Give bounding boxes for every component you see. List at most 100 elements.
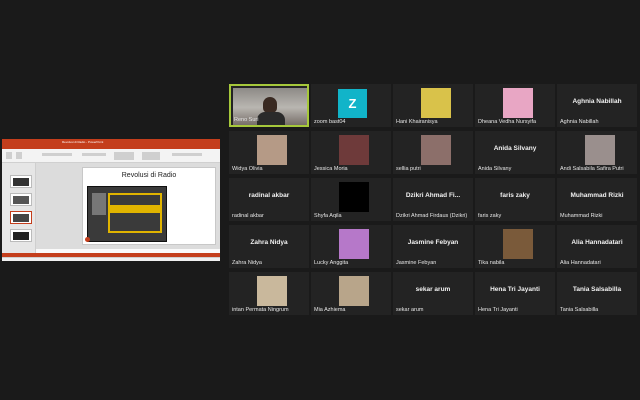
participant-tile[interactable]: Zahra Nidya Zahra Nidya [229, 225, 309, 268]
slide-thumb [10, 229, 32, 242]
participant-display-name: Aghnia Nabillah [572, 98, 622, 105]
participant-display-name: Zahra Nidya [250, 239, 288, 246]
participant-name-label: sekar arum [396, 307, 424, 313]
profile-picture [339, 135, 369, 165]
profile-picture [503, 229, 533, 259]
participant-display-name: Dzikri Ahmad Fi... [405, 192, 461, 199]
participant-tile[interactable]: Widya Olivia [229, 131, 309, 174]
participant-name-label: Dheana Vedha Nursyifa [478, 119, 537, 125]
participant-tile[interactable]: Dheana Vedha Nursyifa [475, 84, 555, 127]
participant-tile[interactable]: faris zaky faris zaky [475, 178, 555, 221]
participant-name-label: Hena Tri Jayanti [478, 307, 518, 313]
participant-display-name: Anida Silvany [493, 145, 537, 152]
slide-thumb-selected [10, 211, 32, 224]
shared-screen[interactable]: Revolusi di Radio - PowerPoint Revolusi … [2, 139, 220, 261]
participant-tile[interactable]: Anida Silvany Anida Silvany [475, 131, 555, 174]
slide-title: Revolusi di Radio [121, 172, 177, 179]
participant-name-label: Lucky Anggita [314, 260, 349, 266]
participant-tile[interactable]: Jasmine Febyan Jasmine Febyan [393, 225, 473, 268]
participant-name-label: Muhammad Rizki [560, 213, 603, 219]
paste-icon [6, 152, 12, 159]
participant-display-name: Muhammad Rizki [570, 192, 624, 199]
slide-thumb [10, 193, 32, 206]
participant-name-label: zoom bast04 [314, 119, 346, 125]
slide-logo [85, 237, 90, 242]
participant-display-name: faris zaky [500, 192, 530, 199]
profile-picture [421, 135, 451, 165]
participant-name-label: Tania Salsabilla [560, 307, 599, 313]
participant-display-name: sekar arum [415, 286, 451, 293]
participant-tile[interactable]: Shyfa Aqila [311, 178, 391, 221]
participant-name-label: Jessica Moria [314, 166, 348, 172]
slide-canvas: Revolusi di Radio [36, 163, 220, 257]
participant-name-label: Jasmine Febyan [396, 260, 437, 266]
font-box [42, 153, 72, 156]
profile-picture [339, 229, 369, 259]
participant-tile[interactable]: Jessica Moria [311, 131, 391, 174]
participant-tile[interactable]: Tania Salsabilla Tania Salsabilla [557, 272, 637, 315]
participant-tile[interactable]: sekar arum sekar arum [393, 272, 473, 315]
participant-tile[interactable]: Alia Hannadatari Alia Hannadatari [557, 225, 637, 268]
participant-display-name: Hena Tri Jayanti [490, 286, 540, 293]
poster-banner [110, 205, 160, 213]
participant-tile[interactable]: Muhammad Rizki Muhammad Rizki [557, 178, 637, 221]
participant-name-label: Aghnia Nabillah [560, 119, 599, 125]
participant-name-label: Mia Azhiema [314, 307, 346, 313]
participant-face [263, 97, 277, 113]
participant-name-label: faris zaky [478, 213, 502, 219]
paragraph-tools [82, 153, 106, 156]
ppt-status-bar [2, 257, 220, 261]
ppt-ribbon [2, 149, 220, 163]
participant-tile[interactable]: Dzikri Ahmad Fi... Dzikri Ahmad Firdaus (… [393, 178, 473, 221]
new-slide-icon [16, 152, 22, 159]
participant-name-label: Tika nabila [478, 260, 505, 266]
participant-tile[interactable]: intan Permata Ningrum [229, 272, 309, 315]
participant-name-label: Widya Olivia [232, 166, 263, 172]
avatar: Z [338, 89, 367, 118]
profile-picture [257, 276, 287, 306]
participant-name-label: Anida Silvany [478, 166, 512, 172]
participant-tile[interactable]: sellia putri [393, 131, 473, 174]
arrange-tools [142, 152, 160, 160]
slide-thumb [10, 175, 32, 188]
current-slide: Revolusi di Radio [82, 167, 216, 245]
editing-tools [172, 153, 202, 156]
participant-tile[interactable]: radinal akbar radinal akbar [229, 178, 309, 221]
participant-tile[interactable]: Reno Suri [229, 84, 309, 127]
poster-frame [108, 193, 162, 233]
participant-tile[interactable]: Tika nabila [475, 225, 555, 268]
participant-name-label: Andi Salsabila Safira Putri [560, 166, 624, 172]
participant-body [257, 112, 285, 125]
participant-name-label: Hani Khairanisya [396, 119, 438, 125]
profile-picture [421, 88, 451, 118]
participant-name-label: Reno Suri [234, 117, 259, 123]
participant-tile[interactable]: Hani Khairanisya [393, 84, 473, 127]
participant-tile[interactable]: Aghnia Nabillah Aghnia Nabillah [557, 84, 637, 127]
profile-picture [339, 276, 369, 306]
participant-name-label: Dzikri Ahmad Firdaus (Dzikri) [396, 213, 468, 219]
profile-picture [585, 135, 615, 165]
participant-name-label: Alia Hannadatari [560, 260, 601, 266]
profile-picture [257, 135, 287, 165]
participant-tile[interactable]: Lucky Anggita [311, 225, 391, 268]
participant-display-name: Jasmine Febyan [407, 239, 459, 246]
participant-name-label: sellia putri [396, 166, 421, 172]
participant-tile[interactable]: Mia Azhiema [311, 272, 391, 315]
participant-name-label: Zahra Nidya [232, 260, 262, 266]
poster-photo [92, 193, 106, 215]
participant-name-label: radinal akbar [232, 213, 264, 219]
participant-name-label: intan Permata Ningrum [232, 307, 289, 313]
participant-tile[interactable]: Hena Tri Jayanti Hena Tri Jayanti [475, 272, 555, 315]
drawing-tools [114, 152, 134, 160]
profile-picture [503, 88, 533, 118]
participant-name-label: Shyfa Aqila [314, 213, 342, 219]
participant-display-name: Tania Salsabilla [572, 286, 622, 293]
participant-display-name: Alia Hannadatari [571, 239, 623, 246]
zoom-gallery-view: Revolusi di Radio - PowerPoint Revolusi … [0, 0, 640, 400]
slide-poster-image [87, 186, 167, 242]
participant-tile[interactable]: Zzoom bast04 [311, 84, 391, 127]
participant-display-name: radinal akbar [248, 192, 290, 199]
slide-thumbnails [2, 163, 36, 257]
profile-picture [339, 182, 369, 212]
participant-tile[interactable]: Andi Salsabila Safira Putri [557, 131, 637, 174]
